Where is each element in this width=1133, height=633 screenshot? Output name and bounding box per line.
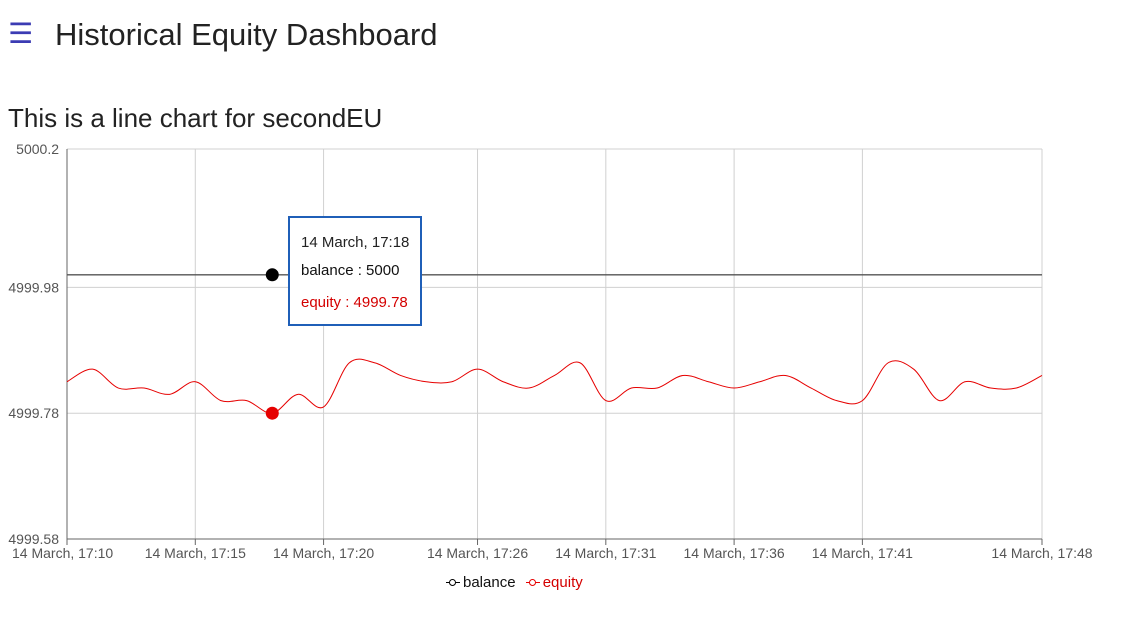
top-bar: ☰ Historical Equity Dashboard: [0, 0, 1133, 72]
page-title: Historical Equity Dashboard: [55, 17, 438, 52]
legend-item-equity[interactable]: equity: [525, 572, 583, 594]
x-tick-label: 14 March, 17:20: [273, 545, 374, 561]
chart-subtitle: This is a line chart for secondEU: [8, 103, 383, 133]
x-tick-label: 14 March, 17:48: [991, 545, 1092, 561]
y-tick-label: 4999.98: [8, 279, 59, 295]
series-line-equity: [66, 358, 1043, 414]
legend-label-balance: balance: [463, 574, 516, 591]
x-tick-label: 14 March, 17:15: [145, 545, 246, 561]
chart-legend: balance equity: [446, 572, 589, 594]
x-tick-label: 14 March, 17:10: [12, 545, 113, 561]
chart-tooltip: 14 March, 17:18 balance : 5000 equity : …: [288, 216, 422, 326]
equity-line-chart[interactable]: 5000.24999.984999.784999.5814 March, 17:…: [0, 140, 1133, 580]
y-tick-label: 5000.2: [16, 141, 59, 157]
x-tick-label: 14 March, 17:36: [684, 545, 785, 561]
y-tick-label: 4999.78: [8, 405, 59, 421]
tooltip-time: 14 March, 17:18: [301, 234, 410, 251]
hamburger-menu-icon[interactable]: ☰: [8, 14, 33, 54]
legend-item-balance[interactable]: balance: [446, 572, 516, 594]
legend-label-equity: equity: [542, 574, 583, 591]
legend-marker-icon: [446, 578, 460, 588]
legend-marker-icon: [525, 578, 540, 588]
tooltip-equity: equity : 4999.78: [301, 294, 408, 311]
highlight-point-balance: [265, 268, 279, 282]
x-tick-label: 14 March, 17:41: [812, 545, 913, 561]
tooltip-balance: balance : 5000: [301, 262, 400, 279]
x-tick-label: 14 March, 17:31: [555, 545, 656, 561]
highlight-point-equity: [265, 406, 279, 420]
x-tick-label: 14 March, 17:26: [427, 545, 528, 561]
